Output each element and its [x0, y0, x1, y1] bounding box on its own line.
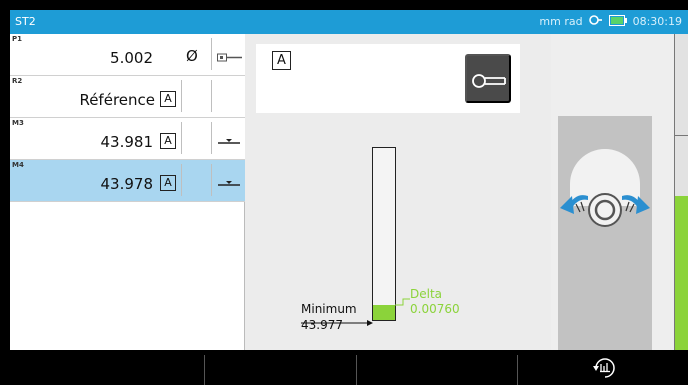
divider — [181, 80, 182, 112]
units-label: mm rad — [539, 15, 583, 28]
status-bar: ST2 mm rad 08:30:19 — [10, 10, 688, 34]
min-marker-icon — [217, 133, 241, 152]
side-indicator-fill — [675, 196, 688, 350]
rotation-dial-panel — [558, 116, 652, 350]
row-value: 5.002 — [110, 49, 153, 67]
delta-label: Delta — [410, 287, 443, 301]
minimum-value: 43.977 — [301, 318, 343, 332]
softkey-1[interactable] — [10, 350, 204, 385]
status-indicators: mm rad 08:30:19 — [539, 14, 682, 29]
row-code: M3 — [12, 119, 24, 127]
divider — [211, 122, 212, 154]
probe-small-icon — [217, 49, 243, 68]
mode-a-box: A — [160, 133, 176, 149]
row-value: 43.978 — [100, 175, 154, 193]
rotate-arrows-icon[interactable] — [558, 116, 652, 350]
divider — [211, 164, 212, 196]
delta-value: 0.00760 — [410, 302, 460, 316]
mode-a-box: A — [160, 175, 176, 191]
measurement-list: P1 5.002 Ø R2 Référence A M3 43.981 A M4… — [10, 34, 245, 350]
battery-icon — [608, 14, 627, 29]
list-item-m3[interactable]: M3 43.981 A — [10, 118, 245, 160]
row-code: R2 — [12, 77, 23, 85]
mode-a-box: A — [160, 91, 176, 107]
bottom-toolbar — [10, 350, 688, 385]
gauge-leaders — [301, 298, 410, 326]
divider — [211, 38, 212, 70]
divider — [181, 164, 182, 196]
row-code: M4 — [12, 161, 24, 169]
refresh-stats-button[interactable] — [518, 350, 688, 385]
softkey-2[interactable] — [205, 350, 356, 385]
connection-icon — [588, 14, 603, 29]
divider — [211, 80, 212, 112]
row-value: 43.981 — [100, 133, 154, 151]
list-item-r2[interactable]: R2 Référence A — [10, 76, 245, 118]
gauge-area: A Minimum 43.977 Delta 0.00760 — [245, 34, 551, 350]
softkey-3[interactable] — [357, 350, 517, 385]
min-marker-icon — [217, 175, 241, 194]
list-item-m4[interactable]: M4 43.978 A — [10, 160, 245, 202]
side-indicator-divider — [675, 135, 688, 136]
diameter-icon: Ø — [186, 47, 198, 65]
row-code: P1 — [12, 35, 23, 43]
list-item-p1[interactable]: P1 5.002 Ø — [10, 34, 245, 76]
divider — [181, 122, 182, 154]
clock-time: 08:30:19 — [632, 15, 682, 28]
station-title: ST2 — [15, 15, 36, 28]
row-value: Référence — [79, 91, 155, 109]
refresh-stats-icon — [593, 358, 615, 378]
app-window: ST2 mm rad 08:30:19 P1 5.002 Ø R2 Référe… — [10, 10, 688, 385]
minimum-label: Minimum — [301, 302, 357, 316]
